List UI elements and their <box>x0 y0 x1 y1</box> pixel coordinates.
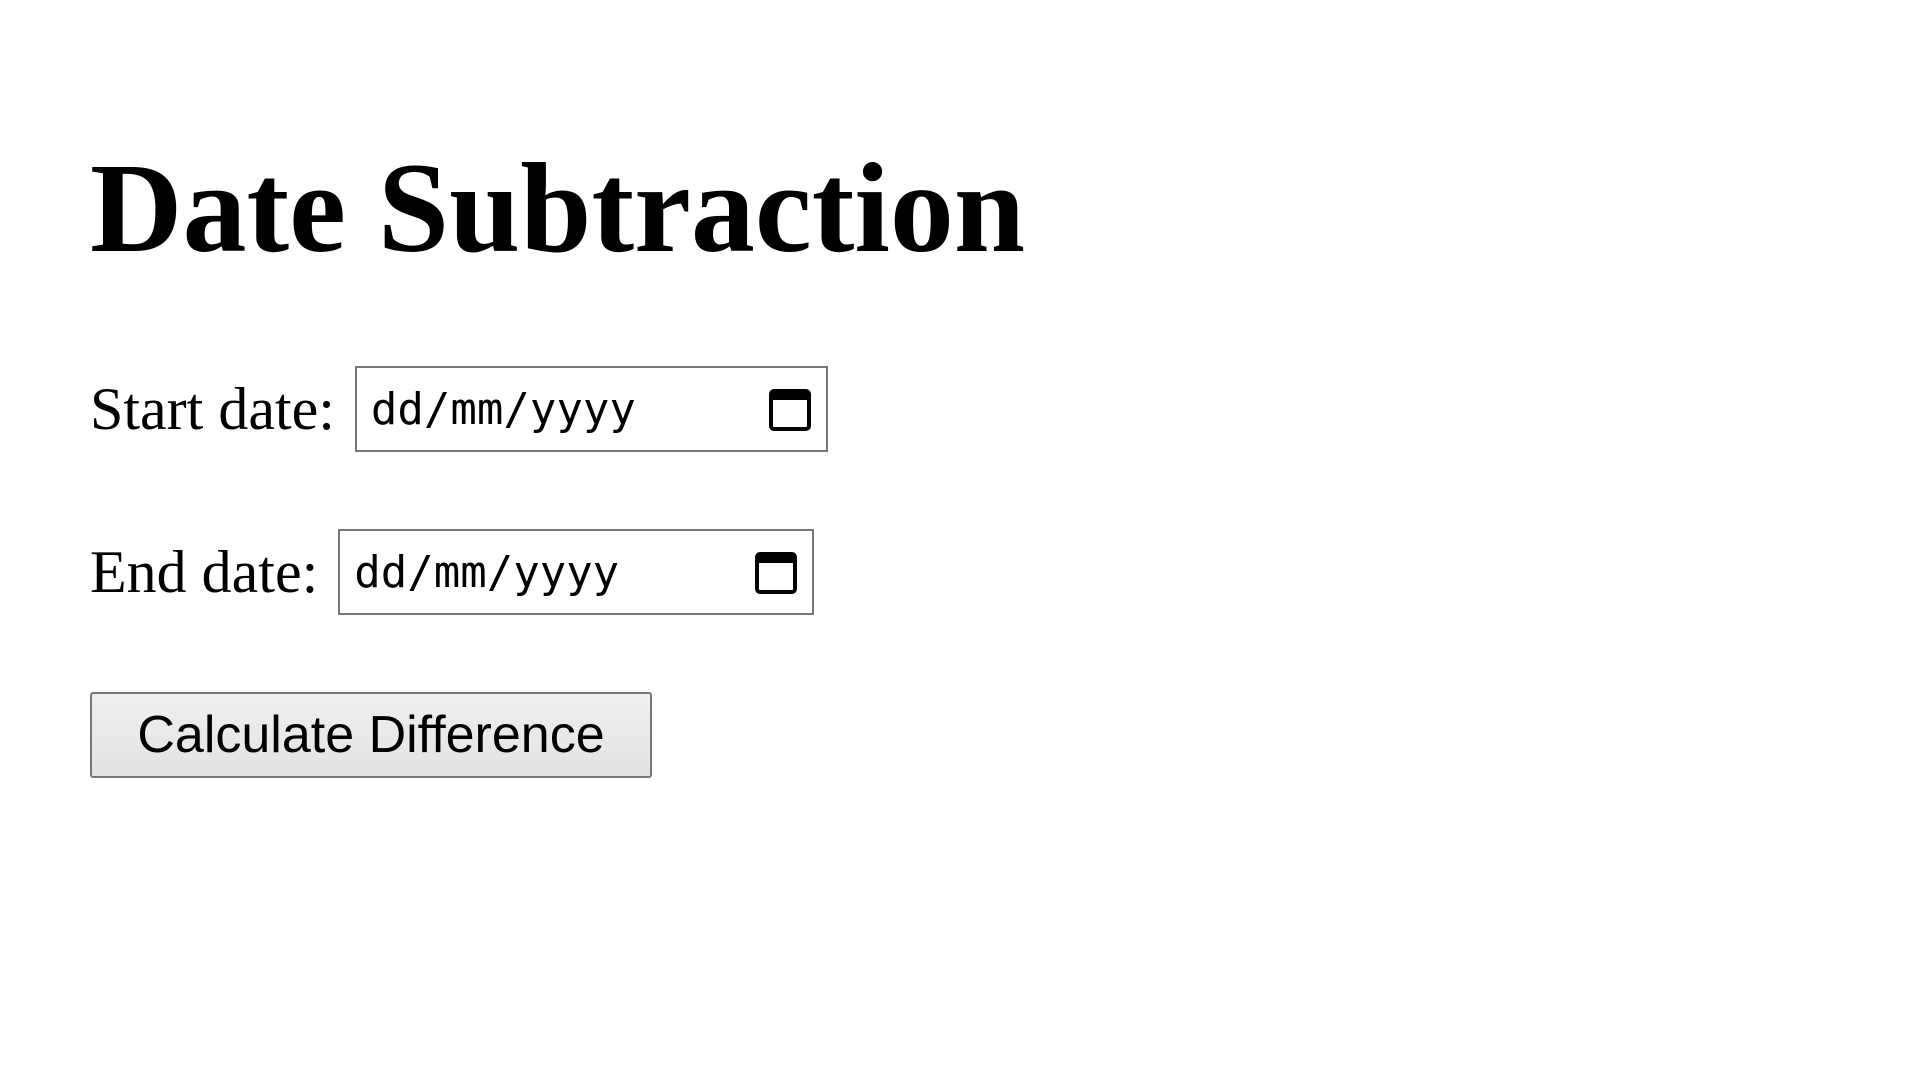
start-date-input[interactable]: dd/mm/yyyy <box>354 366 828 452</box>
start-date-label: Start date: <box>90 375 335 442</box>
calendar-icon[interactable] <box>754 549 798 595</box>
end-date-row: End date: dd/mm/yyyy <box>90 529 815 615</box>
end-date-label: End date: <box>90 538 319 605</box>
calendar-icon[interactable] <box>768 386 812 432</box>
end-date-placeholder[interactable]: dd/mm/yyyy <box>354 547 754 598</box>
page-title: Date Subtraction <box>90 137 1026 279</box>
end-date-input[interactable]: dd/mm/yyyy <box>338 529 815 615</box>
start-date-placeholder[interactable]: dd/mm/yyyy <box>371 384 768 435</box>
calculate-difference-button[interactable]: Calculate Difference <box>90 692 652 778</box>
start-date-row: Start date: dd/mm/yyyy <box>90 366 828 452</box>
